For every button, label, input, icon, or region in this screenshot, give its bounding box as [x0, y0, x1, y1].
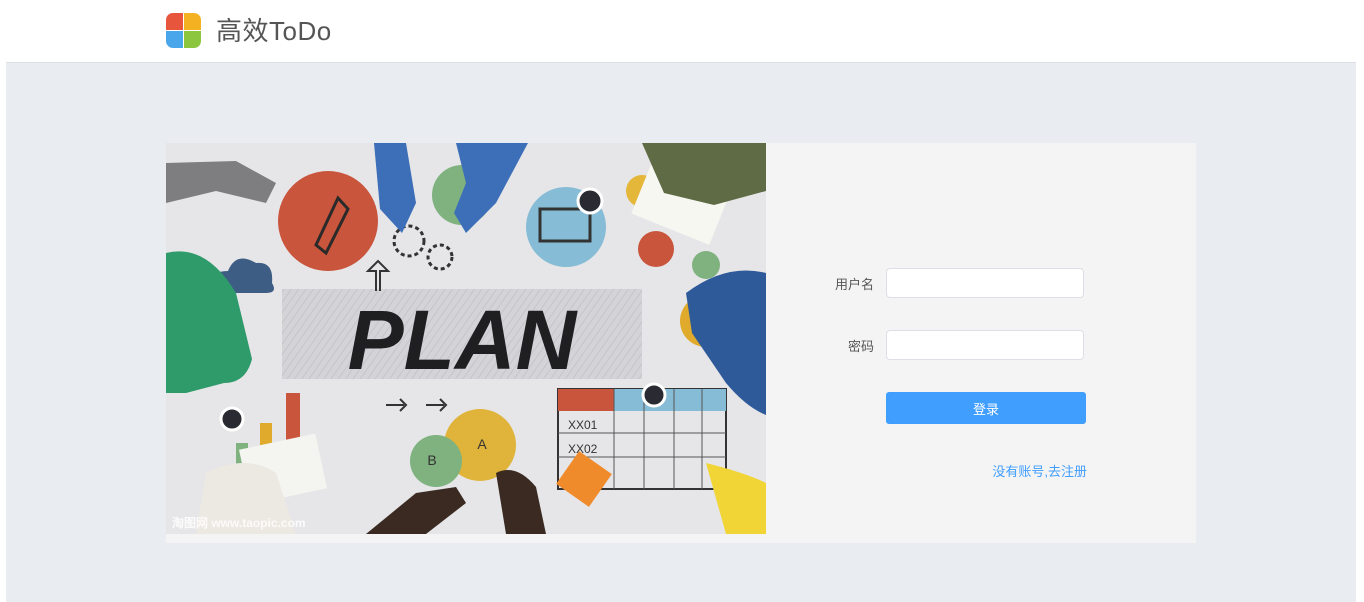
top-header: 高效ToDo [0, 0, 1364, 62]
login-card: PLAN A B XX01 XX02 淘图网 www.taopic.com 用户… [166, 143, 1196, 543]
username-input[interactable] [886, 268, 1084, 298]
table-row-1-text: XX01 [568, 418, 598, 432]
windows-logo-icon [166, 13, 202, 49]
plan-hero-image: PLAN A B XX01 XX02 淘图网 www.taopic.com [166, 143, 766, 534]
password-input[interactable] [886, 330, 1084, 360]
register-link[interactable]: 没有账号,去注册 [966, 461, 1087, 480]
password-label: 密码 [847, 339, 874, 354]
plan-text: PLAN [348, 293, 579, 387]
watermark-text: 淘图网 www.taopic.com [172, 515, 306, 530]
bubble-a-label: A [477, 436, 487, 452]
login-button[interactable]: 登录 [886, 392, 1086, 424]
username-label: 用户名 [834, 277, 874, 292]
app-title: 高效ToDo [216, 16, 332, 46]
bubble-b-label: B [427, 452, 436, 468]
